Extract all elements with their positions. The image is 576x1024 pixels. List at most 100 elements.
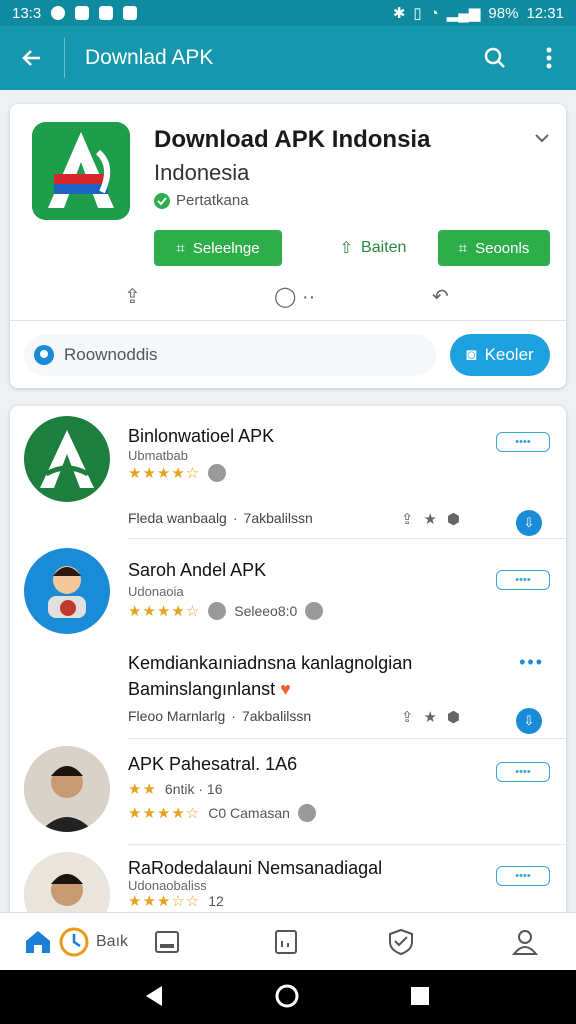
rating-stars: ★★★★☆ (128, 603, 201, 620)
system-recents-button[interactable] (410, 986, 430, 1011)
item-rating: ★★★☆☆ 12 (128, 892, 224, 910)
verified-text: Pertatkana (176, 192, 249, 209)
item-title: APK Pahesatral. 1A6 (128, 754, 298, 774)
tag-icon: ⌗ (176, 239, 185, 257)
middle-action-label: Baiten (361, 239, 407, 256)
nav-tablet[interactable] (154, 925, 180, 959)
thumb-up-icon: ⇧ (339, 240, 354, 257)
primary-action-button[interactable]: ⌗ Seleelnge (154, 230, 282, 266)
nav-shield[interactable] (388, 925, 414, 959)
star-icon[interactable]: ★ (423, 510, 436, 528)
app-subtitle: Indonesia (154, 160, 250, 185)
share-icon[interactable]: ⇪ (401, 510, 414, 528)
verified-label: Pertatkana (154, 192, 249, 209)
square-recents-icon (411, 987, 429, 1005)
nav-document[interactable] (274, 925, 298, 959)
page-title: Downlad APK (85, 46, 214, 69)
download-button[interactable]: ⇩ (516, 510, 542, 536)
share-button[interactable]: ⇪ (124, 284, 141, 309)
app-name: Download APK Indonsia (154, 126, 431, 153)
rating-extra: C0 Camasan (208, 805, 290, 821)
item-subtitle: Ubmatbab (128, 448, 188, 463)
meta-dot: · (231, 708, 236, 724)
item-title: RaRodedalauni Nemsanadiagal (128, 858, 383, 878)
document-icon (275, 930, 297, 954)
clock-icon (59, 927, 89, 957)
expand-button[interactable] (534, 130, 550, 148)
verified-check-icon (154, 192, 170, 209)
desc-line-1: Kemdiankaıniadnsna kanlagnolgian (128, 653, 413, 673)
meta-dot: · (232, 510, 238, 526)
app-avatar-icon (40, 430, 94, 488)
secondary-action-label: Seoonls (475, 239, 530, 257)
more-button[interactable] (522, 26, 576, 90)
list-item[interactable]: Saroh Andel APK Udonaoia ★★★★☆ Seleeo8:0… (10, 538, 566, 738)
chevron-down-icon (535, 134, 549, 143)
app-logo (32, 122, 130, 220)
header-separator (10, 320, 566, 321)
download-icon: ⇩ (523, 515, 535, 530)
reply-button[interactable]: ↶ (432, 284, 449, 309)
nav-home[interactable] (24, 925, 52, 959)
download-button[interactable]: ⇩ (516, 708, 542, 734)
item-more-pill[interactable]: •••• (496, 866, 550, 886)
badge-icon-2 (305, 602, 324, 620)
share-icon: ⇪ (124, 286, 141, 308)
badge-icon (208, 464, 227, 482)
search-button[interactable] (468, 26, 522, 90)
user-avatar (24, 548, 110, 634)
star-icon[interactable]: ★ (423, 708, 436, 726)
record-icon (51, 6, 66, 20)
home-icon (26, 931, 50, 953)
system-home-button[interactable] (274, 983, 300, 1014)
middle-action-button[interactable]: ⇧ Baiten (314, 230, 432, 266)
item-subtitle: Udonaobaliss (128, 878, 207, 893)
secondary-action-button[interactable]: ⌗ Seoonls (438, 230, 550, 266)
bottom-navigation: Baık (0, 912, 576, 970)
system-back-button[interactable] (144, 984, 164, 1013)
search-submit-button[interactable]: ◙ Keoler (450, 334, 550, 376)
rating-extra: 12 (208, 893, 224, 909)
battery-text: 98% (488, 4, 519, 22)
share-icon[interactable]: ⇪ (401, 708, 414, 726)
item-rating: ★★★★☆ Seleeo8:0 (128, 602, 324, 620)
search-field[interactable]: Roownoddis (24, 334, 436, 376)
shield-icon[interactable]: ⬢ (447, 708, 460, 726)
person-avatar-icon (24, 746, 110, 832)
item-meta: Fleda wanbaalg · 7akbalilssn (128, 510, 313, 526)
signal-icon: ▂▄▆ (446, 5, 481, 22)
person-avatar-icon (48, 566, 86, 618)
rating-extra: Seleeo8:0 (234, 603, 298, 619)
more-vert-icon (546, 47, 552, 69)
status-bar: 13:3 ✱ ▯ ◔ ▂▄▆ 98% 12:31 (0, 0, 576, 26)
notification-icon (123, 6, 138, 20)
back-button[interactable] (0, 26, 64, 90)
list-item[interactable]: APK Pahesatral. 1A6 ★★ 6ntik · 16 ★★★★☆ … (10, 738, 566, 844)
item-more-pill[interactable]: •••• (496, 432, 550, 452)
item-description: Kemdiankaıniadnsna kanlagnolgian Baminsl… (128, 650, 412, 702)
app-icon-avatar (24, 416, 110, 502)
app-bar: Downlad APK (0, 26, 576, 90)
app-logo-icon (32, 122, 130, 220)
search-placeholder: Roownoddis (64, 345, 158, 364)
tablet-icon (155, 931, 179, 953)
shield-icon (389, 928, 413, 956)
item-subtitle-rating: ★★ 6ntik · 16 (128, 780, 223, 798)
status-time-left: 13:3 (12, 4, 42, 22)
app-header-card: Download APK Indonsia Indonesia Pertatka… (10, 104, 566, 388)
badge-icon (208, 602, 227, 620)
item-more-pill[interactable]: •••• (496, 570, 550, 590)
vibrate-icon: ▯ (413, 5, 422, 22)
nav-profile[interactable] (512, 925, 538, 959)
item-more-pill[interactable]: •••• (496, 762, 550, 782)
shield-icon[interactable]: ⬢ (447, 510, 460, 528)
item-title: Saroh Andel APK (128, 560, 267, 580)
more-dots-button[interactable]: ••• (519, 652, 544, 673)
comment-button[interactable]: ◯ ·· (274, 284, 315, 309)
nav-clock[interactable]: Baık (58, 925, 128, 959)
image-icon (99, 6, 114, 20)
item-meta-left: Fleda wanbaalg (128, 510, 227, 526)
triangle-back-icon (146, 986, 162, 1006)
list-item[interactable]: Binlonwatioel APK Ubmatbab ★★★★☆ •••• Fl… (10, 406, 566, 538)
rating-stars: ★★★☆☆ (128, 893, 201, 910)
